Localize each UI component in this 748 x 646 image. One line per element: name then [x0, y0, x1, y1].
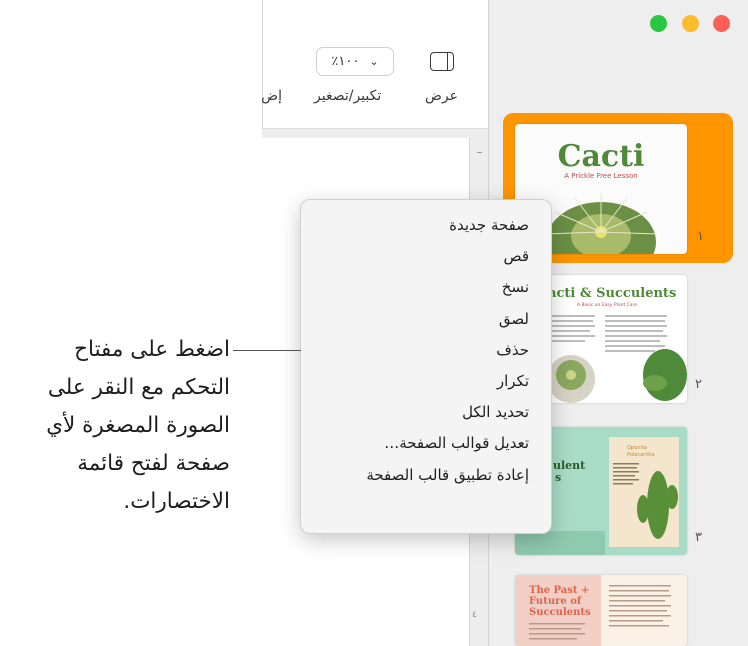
callout-line-5: الاختصارات.: [123, 489, 230, 514]
callout-text: اضغط على مفتاح التحكم مع النقر على الصور…: [46, 331, 230, 521]
context-menu: صفحة جديدة قص نسخ لصق حذف تكرار تحديد ال…: [300, 199, 552, 534]
svg-text:Cacti & Succulents: Cacti & Succulents: [538, 286, 677, 301]
callout-line-4: صفحة لفتح قائمة: [77, 451, 230, 476]
slide-number: ١: [697, 229, 704, 244]
zoom-value: ٪١٠٠: [331, 54, 360, 69]
menu-item-select-all[interactable]: تحديد الكل: [301, 397, 551, 428]
view-label: عرض: [425, 88, 459, 104]
svg-text:Opuntia: Opuntia: [627, 445, 647, 451]
callout-leader-line: [233, 350, 301, 351]
ruler-number: ٤: [472, 610, 477, 620]
svg-text:Future of: Future of: [529, 596, 582, 607]
svg-text:Cacti: Cacti: [558, 139, 645, 174]
menu-item-new-page[interactable]: صفحة جديدة: [301, 210, 551, 241]
svg-text:A Basic on Easy Plant Care: A Basic on Easy Plant Care: [577, 302, 637, 308]
svg-text:A Prickle Free Lesson: A Prickle Free Lesson: [564, 172, 638, 180]
page-thumbnail-4[interactable]: The Past + Future of Succulents: [515, 575, 687, 646]
svg-text:s: s: [555, 471, 561, 484]
svg-text:The Past +: The Past +: [529, 585, 589, 596]
slide-number: ٢: [695, 377, 702, 392]
window-minimize-button[interactable]: [682, 15, 699, 32]
menu-item-duplicate[interactable]: تكرار: [301, 366, 551, 397]
menu-item-cut[interactable]: قص: [301, 241, 551, 272]
menu-item-edit-page-templates[interactable]: تعديل قوالب الصفحة…: [301, 428, 551, 459]
svg-text:Polacantha: Polacantha: [627, 452, 655, 458]
callout-line-2: التحكم مع النقر على: [47, 375, 230, 400]
window-zoom-button[interactable]: [650, 15, 667, 32]
callout-line-1: اضغط على مفتاح: [74, 337, 230, 362]
thumbnail-4-artwork: The Past + Future of Succulents: [515, 575, 687, 646]
menu-item-delete[interactable]: حذف: [301, 335, 551, 366]
zoom-popup-button[interactable]: ٪١٠٠ ⌄: [316, 47, 394, 76]
callout-line-3: الصورة المصغرة لأي: [46, 413, 230, 438]
zoom-label: تكبير/تصغير: [314, 88, 382, 104]
menu-item-paste[interactable]: لصق: [301, 304, 551, 335]
insert-label: إض: [262, 88, 282, 104]
menu-item-copy[interactable]: نسخ: [301, 272, 551, 303]
ruler-tick: [477, 152, 482, 153]
slide-number: ٣: [695, 530, 702, 545]
menu-item-reapply-page-template[interactable]: إعادة تطبيق قالب الصفحة: [301, 460, 551, 491]
sidebar-view-icon[interactable]: [430, 52, 454, 71]
window-close-button[interactable]: [713, 15, 730, 32]
chevron-down-icon: ⌄: [369, 55, 379, 68]
svg-text:Succulents: Succulents: [529, 607, 591, 618]
